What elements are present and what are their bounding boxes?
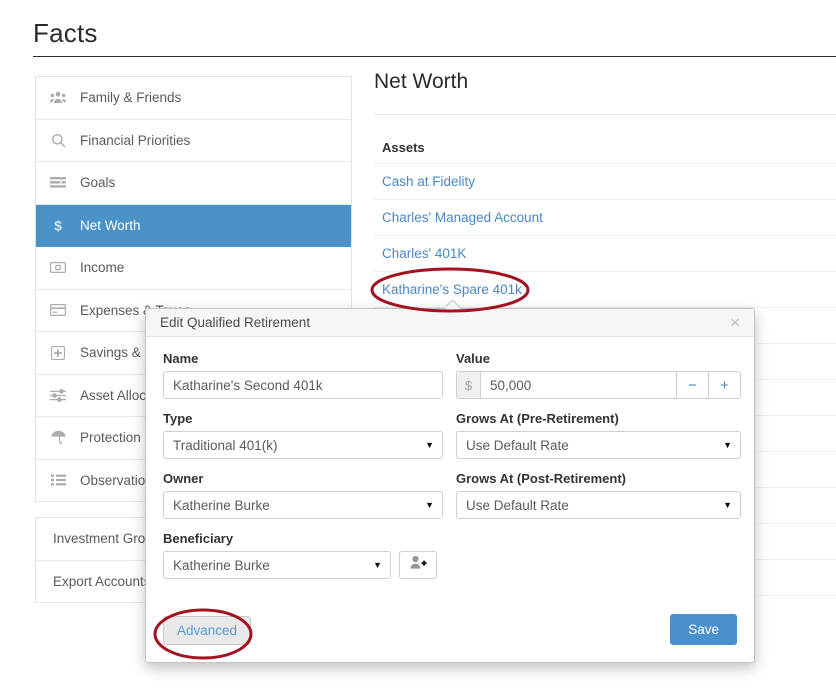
modal-left-column: Name Katharine's Second 401k Type Tradit… (163, 351, 443, 591)
asset-link[interactable]: Charles' 401K (382, 246, 466, 261)
name-label: Name (163, 351, 199, 366)
add-person-icon (410, 555, 427, 575)
sidebar-item-goals[interactable]: Goals (36, 162, 351, 205)
beneficiary-select-value: Katherine Burke (173, 557, 270, 573)
sidebar-item-label: Family & Friends (80, 90, 182, 106)
sidebar-item-label: Financial Priorities (80, 132, 191, 148)
post-retirement-select[interactable]: Use Default Rate ▼ (456, 491, 741, 519)
value-input[interactable]: 50,000 (480, 371, 677, 399)
type-field-group: Type Traditional 401(k) ▼ (163, 411, 443, 459)
post-retirement-value: Use Default Rate (466, 497, 569, 513)
asset-link[interactable]: Cash at Fidelity (382, 174, 475, 189)
value-increment-button[interactable]: + (709, 371, 741, 399)
name-field-group: Name Katharine's Second 401k (163, 351, 443, 399)
type-select[interactable]: Traditional 401(k) ▼ (163, 431, 443, 459)
dollar-icon: $ (36, 218, 80, 233)
app-root: Facts Net Worth Assets Cash at Fidelity C… (0, 0, 836, 693)
plus-square-icon (36, 345, 80, 360)
asset-row: Katharine's Spare 401k (374, 271, 836, 307)
modal-header: Edit Qualified Retirement × (146, 309, 754, 337)
beneficiary-field-group: Beneficiary Katherine Burke ▼ (163, 531, 443, 579)
owner-label: Owner (163, 471, 204, 486)
sidebar-item-label: Goals (80, 175, 116, 191)
page-title: Facts (33, 18, 98, 48)
owner-select-value: Katherine Burke (173, 497, 270, 513)
title-divider (33, 56, 836, 57)
list-bars-icon (36, 176, 80, 189)
type-select-value: Traditional 401(k) (173, 437, 278, 453)
asset-row: Charles' Managed Account (374, 199, 836, 235)
money-bill-icon (36, 262, 80, 274)
chevron-down-icon: ▼ (425, 440, 434, 450)
credit-card-icon (36, 304, 80, 317)
add-person-button[interactable] (399, 551, 437, 579)
chevron-down-icon: ▼ (723, 440, 732, 450)
panel-divider (374, 114, 836, 115)
type-label: Type (163, 411, 193, 426)
modal-caret (446, 300, 462, 309)
chevron-down-icon: ▼ (425, 500, 434, 510)
assets-section-header: Assets (382, 140, 425, 155)
sliders-icon (36, 388, 80, 402)
umbrella-icon (36, 430, 80, 445)
edit-qualified-retirement-modal: Edit Qualified Retirement × Name Kathari… (145, 308, 755, 663)
pre-retirement-growth-group: Grows At (Pre-Retirement) Use Default Ra… (456, 411, 741, 459)
value-decrement-button[interactable]: − (677, 371, 709, 399)
beneficiary-row: Katherine Burke ▼ (163, 551, 443, 579)
sidebar-item-label: Income (80, 260, 125, 276)
post-retirement-label: Grows At (Post-Retirement) (456, 471, 626, 486)
sidebar-item-family-friends[interactable]: Family & Friends (36, 77, 351, 120)
sidebar-item-income[interactable]: Income (36, 247, 351, 290)
advanced-button[interactable]: Advanced (163, 616, 252, 645)
sidebar-item-financial-priorities[interactable]: Financial Priorities (36, 119, 351, 162)
sidebar-item-net-worth[interactable]: $ Net Worth (36, 204, 351, 247)
pre-retirement-select[interactable]: Use Default Rate ▼ (456, 431, 741, 459)
modal-title: Edit Qualified Retirement (160, 315, 311, 330)
save-button[interactable]: Save (670, 614, 737, 645)
owner-select[interactable]: Katherine Burke ▼ (163, 491, 443, 519)
chevron-down-icon: ▼ (373, 560, 382, 570)
search-icon (36, 133, 80, 148)
list-ul-icon (36, 474, 80, 486)
currency-prefix: $ (456, 371, 480, 399)
close-icon[interactable]: × (728, 314, 742, 331)
chevron-down-icon: ▼ (723, 500, 732, 510)
value-input-group: $ 50,000 − + (456, 371, 741, 399)
post-retirement-growth-group: Grows At (Post-Retirement) Use Default R… (456, 471, 741, 519)
modal-right-column: Value $ 50,000 − + Grows At (Pre-Retirem… (456, 351, 741, 531)
pre-retirement-label: Grows At (Pre-Retirement) (456, 411, 619, 426)
net-worth-panel: Net Worth (374, 70, 836, 94)
modal-body: Name Katharine's Second 401k Type Tradit… (146, 337, 754, 663)
value-label: Value (456, 351, 490, 366)
beneficiary-select[interactable]: Katherine Burke ▼ (163, 551, 391, 579)
name-input[interactable]: Katharine's Second 401k (163, 371, 443, 399)
asset-link[interactable]: Charles' Managed Account (382, 210, 543, 225)
beneficiary-label: Beneficiary (163, 531, 234, 546)
asset-link[interactable]: Katharine's Spare 401k (382, 282, 522, 297)
people-group-icon (36, 91, 80, 104)
panel-title: Net Worth (374, 70, 469, 93)
value-field-group: Value $ 50,000 − + (456, 351, 741, 399)
owner-field-group: Owner Katherine Burke ▼ (163, 471, 443, 519)
svg-text:$: $ (54, 218, 62, 233)
pre-retirement-value: Use Default Rate (466, 437, 569, 453)
asset-row: Cash at Fidelity (374, 163, 836, 199)
sidebar-item-label: Net Worth (80, 217, 141, 233)
sidebar-item-label: Protection (80, 430, 141, 446)
asset-row: Charles' 401K (374, 235, 836, 271)
